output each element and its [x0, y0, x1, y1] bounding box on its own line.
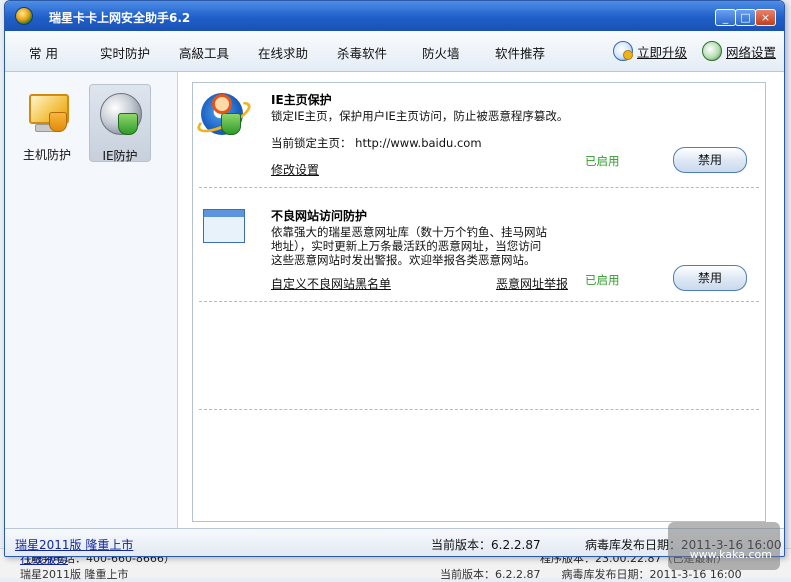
sidebar-item-ie-protection[interactable]: IE防护: [89, 84, 151, 163]
sidebar: 主机防护 IE防护: [5, 72, 178, 528]
menu-firewall[interactable]: 防火墙: [422, 43, 460, 62]
section-divider: [199, 409, 759, 410]
ie-home-title: IE主页保护: [271, 93, 332, 107]
menu-realtime-protection[interactable]: 实时防护: [100, 43, 150, 62]
menu-software-recommend[interactable]: 软件推荐: [495, 43, 545, 62]
bad-site-title: 不良网站访问防护: [271, 209, 368, 223]
custom-blacklist-link[interactable]: 自定义不良网站黑名单: [271, 275, 391, 292]
bad-site-desc-line: 依靠强大的瑞星恶意网址库（数十万个钓鱼、挂马网站: [271, 225, 547, 239]
app-logo-icon: [15, 7, 33, 25]
maximize-button[interactable]: □: [735, 9, 756, 26]
network-settings-link[interactable]: 网络设置: [702, 41, 776, 61]
bad-site-description: 依靠强大的瑞星恶意网址库（数十万个钓鱼、挂马网站 地址），实时更新上万条最活跃的…: [271, 225, 561, 267]
upgrade-icon: [613, 41, 633, 61]
current-home-label: 当前锁定主页：: [271, 136, 352, 150]
section-divider: [199, 301, 759, 302]
title-bar[interactable]: 瑞星卡卡上网安全助手6.2 _ □ ×: [5, 1, 784, 31]
network-settings-icon: [702, 41, 722, 61]
shield-icon: [221, 113, 241, 135]
menu-antivirus[interactable]: 杀毒软件: [337, 43, 387, 62]
bad-site-desc-line: 地址），实时更新上万条最活跃的恶意网址，当您访问: [271, 239, 542, 253]
shield-icon: [118, 113, 138, 135]
sidebar-item-label: 主机防护: [22, 148, 71, 162]
menu-common[interactable]: 常 用: [29, 43, 58, 62]
upgrade-link[interactable]: 立即升级: [613, 41, 687, 61]
bad-site-desc-line: 这些恶意网站时发出警报。欢迎举报各类恶意网站。: [271, 253, 536, 267]
browser-window-icon: [203, 209, 245, 243]
main-window: 瑞星卡卡上网安全助手6.2 _ □ × 常 用 实时防护 高級工具 在线求助 杀…: [4, 0, 785, 557]
network-settings-label: 网络设置: [726, 44, 777, 60]
watermark: www.kaka.com: [668, 522, 780, 570]
background-promo: 瑞星2011版 隆重上市: [20, 568, 129, 581]
ie-home-disable-button[interactable]: 禁用: [673, 147, 747, 173]
menu-online-help[interactable]: 在线求助: [258, 43, 308, 62]
menu-bar: 常 用 实时防护 高級工具 在线求助 杀毒软件 防火墙 软件推荐 立即升级 网络…: [5, 31, 784, 72]
sidebar-item-host-protection[interactable]: 主机防护: [17, 84, 77, 162]
ie-home-status: 已启用: [585, 154, 620, 168]
ie-home-description: 锁定IE主页，保护用户IE主页访问，防止被恶意程序篡改。: [271, 109, 569, 123]
section-divider: [199, 187, 759, 188]
report-malicious-url-link[interactable]: 恶意网址举报: [496, 275, 568, 292]
minimize-button[interactable]: _: [715, 9, 736, 26]
modify-settings-link[interactable]: 修改设置: [271, 161, 319, 178]
menu-advanced-tools[interactable]: 高級工具: [179, 43, 229, 62]
ie-protection-panel: IE主页保护 锁定IE主页，保护用户IE主页访问，防止被恶意程序篡改。 当前锁定…: [192, 82, 766, 522]
sidebar-item-label: IE防护: [102, 149, 138, 163]
close-button[interactable]: ×: [755, 9, 776, 26]
window-title: 瑞星卡卡上网安全助手6.2: [49, 11, 191, 25]
bad-site-disable-button[interactable]: 禁用: [673, 265, 747, 291]
bad-site-status: 已启用: [585, 273, 620, 287]
current-home-url: http://www.baidu.com: [355, 136, 482, 150]
promo-link[interactable]: 瑞星2011版 隆重上市: [15, 536, 133, 553]
upgrade-label: 立即升级: [637, 44, 688, 60]
block-sign-icon: [212, 94, 232, 114]
background-version: 当前版本：6.2.2.87: [440, 568, 541, 581]
shield-icon: [49, 112, 67, 132]
current-home-row: 当前锁定主页： http://www.baidu.com: [271, 135, 482, 151]
current-version: 当前版本：6.2.2.87: [431, 538, 541, 552]
